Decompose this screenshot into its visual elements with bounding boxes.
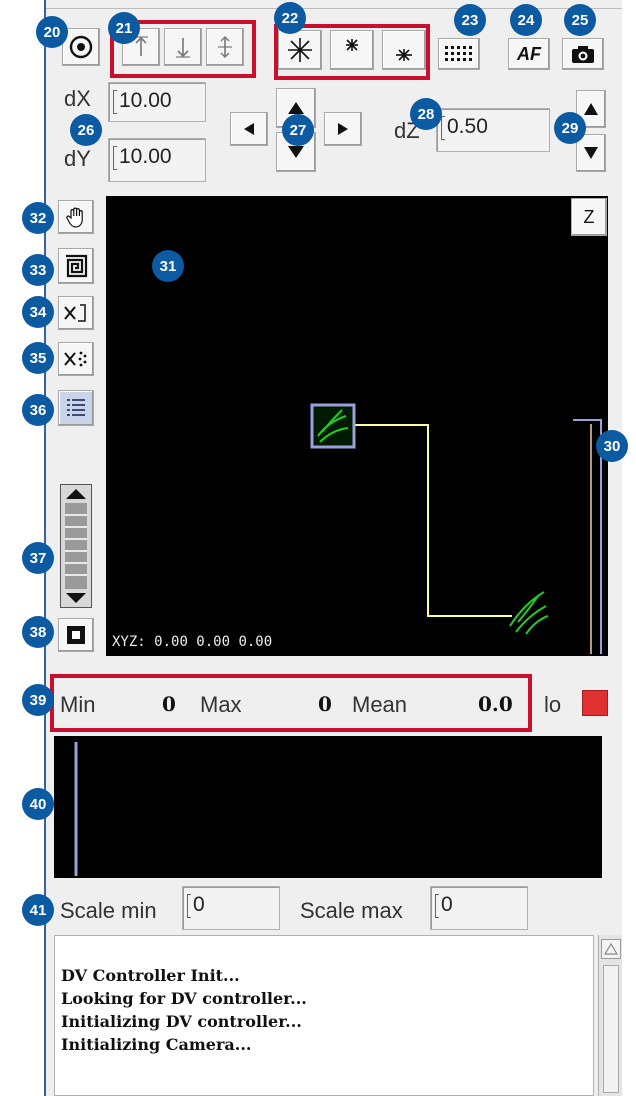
lo-color-swatch[interactable] [582, 690, 608, 716]
xyz-value: 0.00 0.00 0.00 [154, 634, 273, 650]
lo-label: lo [544, 692, 562, 717]
callout-27: 27 [282, 114, 314, 146]
grid-icon [445, 46, 472, 61]
console-line: Initializing Camera... [61, 1035, 252, 1054]
callout-29: 29 [554, 112, 586, 144]
arrow-down-icon [584, 147, 598, 159]
spiral-icon [66, 254, 88, 278]
camera-button[interactable] [562, 38, 604, 70]
console-line: Initializing DV controller... [61, 1012, 302, 1031]
dx-label: dX [64, 86, 91, 111]
histogram-trace [74, 742, 78, 876]
autofocus-button[interactable]: AF [508, 38, 550, 70]
z-axis-label: Z [583, 206, 595, 227]
focus-group-highlight [274, 24, 430, 80]
scale-max-label: Scale max [300, 898, 403, 923]
stop-button[interactable] [58, 618, 94, 652]
arrow-up-icon [584, 103, 598, 115]
xyz-label: XYZ: [112, 634, 146, 650]
callout-20: 20 [36, 16, 68, 48]
dx-field[interactable]: 10.00 [108, 82, 206, 122]
xyz-readout: XYZ: 0.00 0.00 0.00 [112, 634, 272, 650]
scale-max-field[interactable]: 0 [430, 886, 528, 930]
console-log: DV Controller Init... Looking for DV con… [54, 935, 594, 1096]
control-panel: AF dX 10.00 dY 10.00 dZ 0.50 XYZ: 0.00 0… [46, 0, 622, 1096]
histogram[interactable] [54, 736, 602, 878]
callout-36: 36 [22, 394, 54, 426]
z-axis-button[interactable]: Z [571, 198, 607, 236]
cell-image [509, 591, 549, 635]
stats-highlight [50, 674, 532, 732]
spiral-scan-button[interactable] [58, 248, 94, 284]
callout-21: 21 [108, 12, 140, 44]
console-line: Looking for DV controller... [61, 989, 307, 1008]
callout-38: 38 [22, 616, 54, 648]
callout-35: 35 [22, 342, 54, 374]
grid-button[interactable] [438, 38, 480, 70]
camera-icon [572, 46, 594, 63]
callout-34: 34 [22, 296, 54, 328]
dy-field[interactable]: 10.00 [108, 138, 206, 182]
callout-31: 31 [152, 250, 184, 282]
pan-tool-button[interactable] [58, 200, 94, 234]
clear-all-icon [64, 351, 87, 367]
callout-22: 22 [274, 2, 306, 34]
console-line: DV Controller Init... [61, 966, 240, 985]
callout-26: 26 [70, 114, 102, 146]
callout-23: 23 [454, 4, 486, 36]
arrow-left-icon [244, 123, 254, 135]
autofocus-label: AF [517, 43, 541, 64]
clear-points-icon [64, 304, 86, 322]
stage-right-button[interactable] [324, 112, 362, 146]
dz-field[interactable]: 0.50 [436, 108, 550, 152]
stage-left-button[interactable] [230, 112, 268, 146]
scale-min-label: Scale min [60, 898, 157, 923]
scale-min-field[interactable]: 0 [182, 886, 280, 930]
arrow-right-icon [338, 123, 348, 135]
callout-25: 25 [564, 4, 596, 36]
callout-39: 39 [22, 684, 54, 716]
zoom-slider-track [65, 489, 87, 603]
point-list-button[interactable] [58, 390, 94, 426]
callout-40: 40 [22, 788, 54, 820]
clear-points-button[interactable] [58, 296, 94, 330]
scroll-up-button[interactable] [601, 939, 621, 959]
dy-label: dY [64, 146, 91, 171]
callout-37: 37 [22, 542, 54, 574]
arrow-up-icon [603, 942, 619, 955]
list-icon [67, 399, 85, 416]
console-scrollbar[interactable] [598, 935, 622, 1096]
cell-thumbnail[interactable] [310, 403, 356, 449]
zoom-slider[interactable] [60, 484, 92, 608]
console-lines: DV Controller Init... Looking for DV con… [61, 964, 307, 1056]
target-icon [69, 35, 93, 59]
callout-32: 32 [22, 202, 54, 234]
arrow-up-icon [288, 102, 304, 114]
clear-all-button[interactable] [58, 342, 94, 376]
callout-33: 33 [22, 254, 54, 286]
hand-icon [66, 207, 83, 228]
callout-30: 30 [596, 430, 628, 462]
callout-28: 28 [410, 98, 442, 130]
scroll-thumb[interactable] [603, 965, 619, 1093]
square-icon [67, 626, 85, 644]
callout-24: 24 [510, 4, 542, 36]
callout-41: 41 [22, 894, 54, 926]
arrow-down-icon [288, 146, 304, 158]
